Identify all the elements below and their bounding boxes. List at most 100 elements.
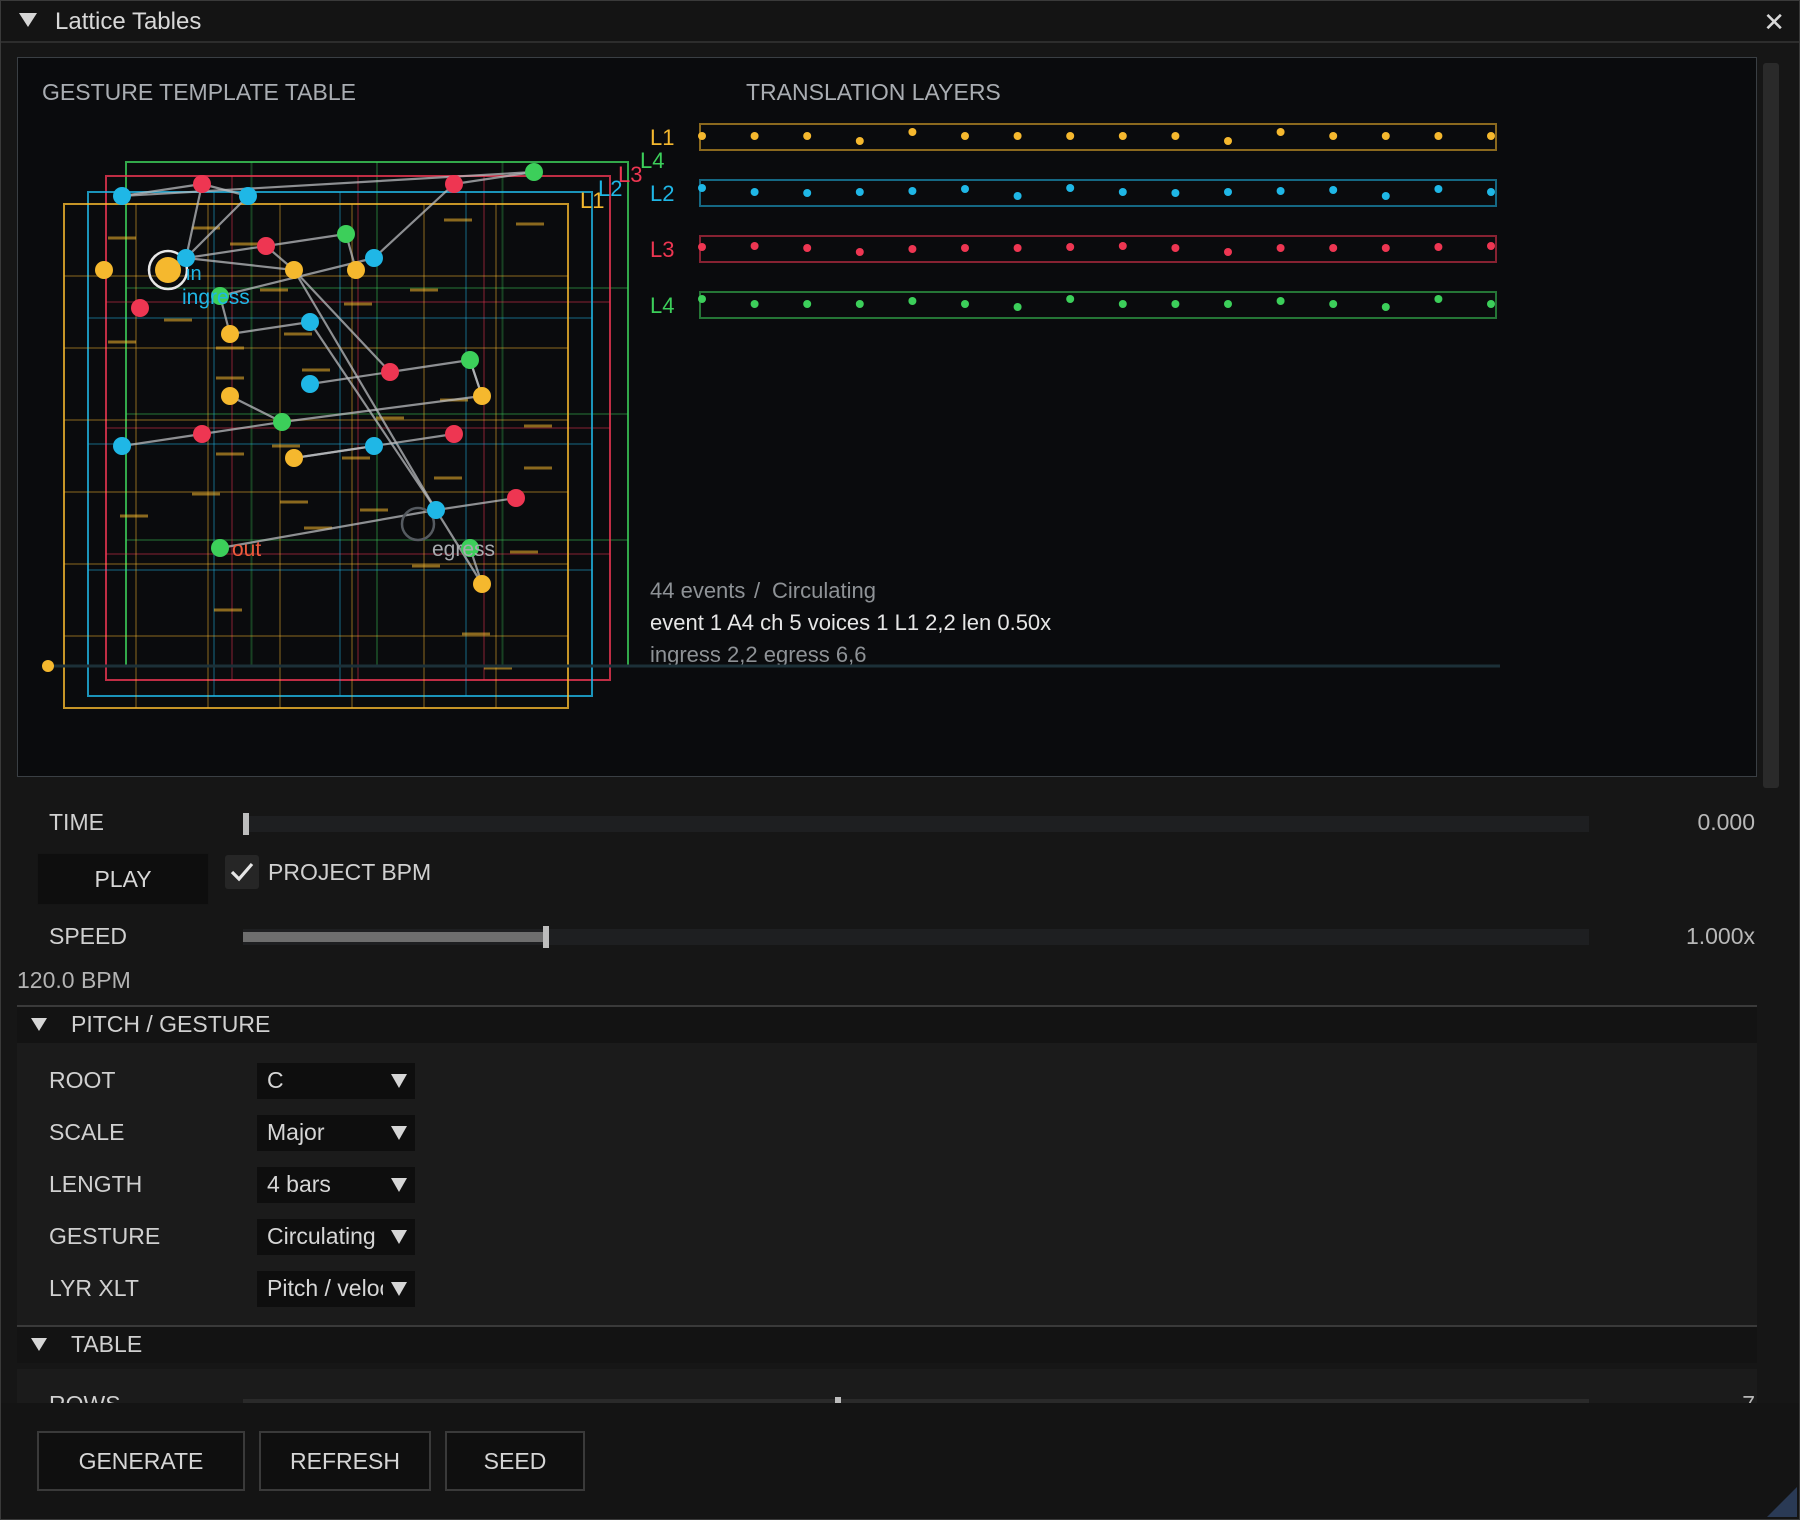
pitch-gesture-section-header[interactable]: PITCH / GESTURE [17, 1005, 1757, 1043]
scale-select[interactable]: Major [257, 1115, 415, 1151]
gesture-node [239, 187, 257, 205]
translation-layers-title: TRANSLATION LAYERS [746, 79, 1001, 105]
dropdown-arrow-icon [391, 1230, 407, 1244]
layer-event-dot [1276, 244, 1285, 252]
gesture-node [131, 299, 149, 317]
gesture-path-segment [184, 183, 204, 259]
layer-event-dot [750, 300, 759, 308]
layer-lane-label: L3 [650, 237, 674, 262]
layer-event-dot [1434, 185, 1443, 193]
vertical-scrollbar[interactable] [1763, 63, 1779, 788]
gesture-node [211, 539, 229, 557]
layer-event-dot [1118, 300, 1127, 308]
layer-event-dot [1329, 186, 1338, 194]
layer-event-dot [1118, 242, 1127, 250]
gesture-node [461, 351, 479, 369]
layer-event-dot [803, 244, 812, 252]
table-panel: ROWS 7 [17, 1369, 1757, 1403]
gesture-select[interactable]: Circulating [257, 1219, 415, 1255]
layer-event-dot [1434, 243, 1443, 251]
in-label: in [186, 263, 202, 285]
resize-grip-icon[interactable] [1767, 1487, 1797, 1517]
generate-button[interactable]: GENERATE [37, 1431, 245, 1491]
gesture-path-segment [185, 256, 295, 272]
section-title: PITCH / GESTURE [71, 1011, 271, 1037]
collapse-triangle-icon[interactable] [19, 13, 37, 27]
layer-event-dot [1487, 300, 1495, 308]
gesture-node [221, 387, 239, 405]
gesture-node [285, 261, 303, 279]
gesture-node [445, 175, 463, 193]
layer-event-dot [803, 132, 812, 140]
layer-frame-tag: L4 [640, 148, 664, 173]
layer-event-dot [1381, 244, 1390, 252]
speed-slider-handle[interactable] [542, 926, 549, 948]
layer-event-dot [1118, 132, 1127, 140]
close-icon[interactable]: ✕ [1763, 7, 1785, 38]
gesture-node [337, 225, 355, 243]
gesture-select-value: Circulating [267, 1223, 376, 1249]
gesture-node [257, 237, 275, 255]
layer-event-dot [803, 300, 812, 308]
root-select[interactable]: C [257, 1063, 415, 1099]
layer-event-dot [1118, 188, 1127, 196]
gesture-node [381, 363, 399, 381]
gesture-table-title: GESTURE TEMPLATE TABLE [42, 79, 356, 105]
layer-event-dot [1224, 188, 1232, 196]
refresh-button[interactable]: REFRESH [259, 1431, 431, 1491]
bottom-button-bar: GENERATE REFRESH SEED [1, 1403, 1799, 1519]
layer-event-dot [698, 132, 706, 140]
ingress-egress-detail: ingress 2,2 egress 6,6 [650, 642, 866, 667]
layer-lane-label: L1 [650, 125, 674, 150]
length-label: LENGTH [49, 1171, 143, 1197]
layer-lane [699, 291, 1497, 319]
out-label: out [232, 538, 261, 561]
seed-button[interactable]: SEED [445, 1431, 585, 1491]
gesture-node [193, 175, 211, 193]
visualization-canvas[interactable]: GESTURE TEMPLATE TABLE TRANSLATION LAYERS… [18, 58, 1756, 776]
time-value: 0.000 [1697, 809, 1755, 835]
speed-slider[interactable] [243, 926, 1589, 948]
gesture-node [507, 489, 525, 507]
layer-lane-label: L4 [650, 293, 674, 318]
gesture-node [525, 163, 543, 181]
window-title: Lattice Tables [55, 8, 202, 35]
gesture-node [365, 437, 383, 455]
gesture-node [285, 449, 303, 467]
layer-translate-select[interactable]: Pitch / velocity [257, 1271, 415, 1307]
layer-lane [699, 179, 1497, 207]
section-title: TABLE [71, 1331, 143, 1357]
gesture-path-segment [435, 496, 517, 512]
dropdown-arrow-icon [391, 1178, 407, 1192]
lattice-tables-window: Lattice Tables ✕ GESTURE TEMPLATE TABLE T… [0, 0, 1800, 1520]
gesture-node [301, 375, 319, 393]
project-bpm-checkbox[interactable] [225, 855, 259, 889]
layer-lane [699, 123, 1497, 151]
gesture-path-segment [229, 320, 311, 336]
layer-lane-label: L2 [650, 181, 674, 206]
table-section-header[interactable]: TABLE [17, 1325, 1757, 1363]
table-layer-frame [63, 203, 569, 709]
layer-event-dot [1381, 192, 1390, 200]
time-slider-handle[interactable] [243, 813, 249, 835]
layer-event-dot [908, 187, 917, 195]
layer-event-dot [1381, 132, 1390, 140]
pitch-gesture-panel: ROOT C SCALE Major LENGTH 4 bars GESTURE… [17, 1043, 1757, 1325]
gesture-path-segment [293, 444, 375, 460]
length-select-value: 4 bars [267, 1171, 331, 1197]
gesture-node [445, 425, 463, 443]
time-slider[interactable] [243, 813, 1589, 835]
gesture-node [473, 387, 491, 405]
collapse-triangle-icon[interactable] [31, 1018, 47, 1031]
length-select[interactable]: 4 bars [257, 1167, 415, 1203]
collapse-triangle-icon[interactable] [31, 1338, 47, 1351]
layer-event-dot [1066, 184, 1075, 192]
layer-event-dot [698, 184, 706, 192]
layer-event-dot [961, 244, 969, 252]
layer-event-dot [1434, 132, 1443, 140]
scale-label: SCALE [49, 1119, 125, 1145]
play-button[interactable]: PLAY [37, 853, 209, 905]
layer-translate-label: LYR XLT [49, 1275, 139, 1301]
layer-event-dot [961, 300, 969, 308]
gesture-node [301, 313, 319, 331]
